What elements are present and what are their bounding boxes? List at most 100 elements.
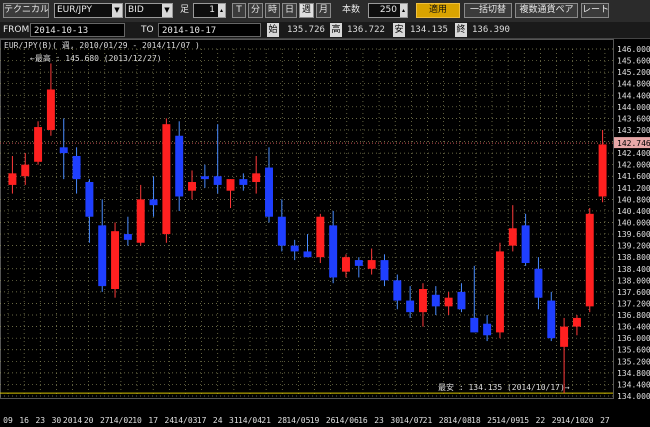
candle-body — [200, 176, 209, 180]
timeframe-week-button[interactable]: 週 — [299, 3, 314, 18]
spin-icon[interactable]: ▴ — [218, 4, 225, 17]
candle-body — [277, 216, 286, 246]
candle-body — [431, 294, 440, 307]
y-tick-label: 134.000 — [617, 392, 650, 401]
bars-input[interactable]: 250 ▴ — [368, 3, 408, 18]
candle-body — [303, 251, 312, 258]
candle-body — [393, 280, 402, 301]
y-tick-label: 137.200 — [617, 299, 650, 308]
candle-body — [367, 260, 376, 269]
candle-body — [239, 179, 248, 185]
chevron-down-icon[interactable]: ▼ — [162, 4, 172, 17]
x-tick-label: 24 — [213, 416, 223, 425]
candle-body — [149, 199, 158, 206]
y-tick-label: 143.600 — [617, 114, 650, 123]
candle-body — [418, 289, 427, 313]
x-tick-label: 20 — [84, 416, 94, 425]
y-tick-label: 141.600 — [617, 172, 650, 181]
y-tick-label: 138.400 — [617, 265, 650, 274]
candle-body — [72, 155, 81, 180]
candle-body — [136, 199, 145, 243]
high-value: 136.722 — [347, 25, 385, 35]
candle-body — [534, 268, 543, 298]
rate-button[interactable]: レート — [581, 3, 609, 18]
current-price-label: 142.746 — [617, 139, 650, 148]
candle-body — [123, 234, 132, 240]
apply-button[interactable]: 適用 — [416, 3, 460, 18]
candle-body — [98, 225, 107, 287]
candle-body — [85, 182, 94, 217]
from-label: FROM — [3, 25, 30, 35]
y-tick-label: 143.200 — [617, 126, 650, 135]
candle-body — [329, 225, 338, 278]
x-tick-label: 22 — [536, 416, 546, 425]
price-axis: 146.000 145.600 145.200 144.800 144.400 144.0… — [614, 45, 650, 401]
x-tick-label: 18 — [471, 416, 481, 425]
timeframe-day-button[interactable]: 日 — [282, 3, 297, 18]
timeframe-tick-button[interactable]: T — [232, 3, 246, 18]
open-value: 135.726 — [287, 25, 325, 35]
open-label: 始 — [267, 23, 279, 37]
low-annotation: 最安 : 134.135 (2014/10/17)→ — [438, 382, 570, 392]
from-date-field[interactable]: 2014-10-13 — [30, 23, 125, 37]
bulk-switch-button[interactable]: 一括切替 — [464, 3, 512, 18]
pair-select[interactable]: EUR/JPY ▼ — [54, 3, 123, 18]
candle-body — [598, 144, 607, 197]
candle-body — [34, 127, 43, 162]
x-tick-label: 14/07 — [399, 416, 423, 425]
candle-body — [470, 317, 479, 333]
spin-icon[interactable]: ▴ — [400, 4, 407, 17]
y-tick-label: 139.600 — [617, 230, 650, 239]
x-tick-label: 14/06 — [335, 416, 359, 425]
y-tick-label: 134.400 — [617, 380, 650, 389]
to-date-field[interactable]: 2014-10-17 — [158, 23, 261, 37]
timeframe-hour-button[interactable]: 時 — [265, 3, 280, 18]
chevron-down-icon[interactable]: ▼ — [112, 4, 122, 17]
candle-body — [21, 164, 30, 177]
high-label: 高 — [330, 23, 342, 37]
timeframe-month-button[interactable]: 月 — [316, 3, 331, 18]
x-tick-label: 30 — [52, 416, 62, 425]
to-label: TO — [141, 25, 154, 35]
low-label: 安 — [393, 23, 405, 37]
date-axis: 09 16 23 30 2014 20 27 14/02 10 17 24 14/03 17 24 31 14… — [3, 416, 610, 425]
candle-body — [252, 173, 261, 183]
info-row: FROM 2014-10-13 TO 2014-10-17 始 135.726 … — [0, 22, 650, 39]
candle-body — [111, 231, 120, 290]
technical-button[interactable]: テクニカル — [3, 3, 49, 18]
bars-label: 本数 — [342, 5, 361, 15]
foot-input[interactable]: 1 ▴ — [193, 3, 226, 18]
timeframe-minute-button[interactable]: 分 — [248, 3, 263, 18]
x-tick-label: 15 — [519, 416, 529, 425]
y-tick-label: 141.200 — [617, 184, 650, 193]
candle-body — [213, 176, 222, 185]
y-tick-label: 138.000 — [617, 276, 650, 285]
price-type-select[interactable]: BID ▼ — [125, 3, 173, 18]
candle-body — [290, 245, 299, 252]
candle-body — [521, 225, 530, 263]
toolbar: テクニカル EUR/JPY ▼ BID ▼ 足 1 ▴ T 分 時 日 週 月 … — [0, 0, 650, 23]
candle-body — [547, 300, 556, 339]
candle-body — [342, 257, 350, 272]
chart-header: EUR/JPY(B)( 週, 2010/01/29 - 2014/11/07 ) — [4, 41, 200, 50]
y-tick-label: 146.000 — [617, 45, 650, 54]
x-tick-label: 16 — [358, 416, 368, 425]
x-tick-label: 14/02 — [109, 416, 133, 425]
candle-body — [444, 297, 453, 307]
foot-label: 足 — [180, 5, 190, 15]
x-tick-label: 14/10 — [561, 416, 585, 425]
y-tick-label: 144.800 — [617, 80, 650, 89]
candle-body — [46, 89, 55, 130]
x-tick-label: 2014 — [63, 416, 82, 425]
candle-body — [495, 251, 504, 333]
y-tick-label: 145.200 — [617, 68, 650, 77]
candle-body — [59, 147, 68, 154]
candle-body — [354, 260, 363, 266]
x-tick-label: 20 — [584, 416, 594, 425]
y-tick-label: 135.600 — [617, 346, 650, 355]
x-tick-label: 14/03 — [173, 416, 197, 425]
x-tick-label: 23 — [35, 416, 45, 425]
candlestick-chart[interactable]: 146.000 145.600 145.200 144.800 144.400 144.0… — [0, 39, 650, 427]
multi-pair-button[interactable]: 複数通貨ペア — [515, 3, 578, 18]
close-label: 終 — [455, 23, 467, 37]
